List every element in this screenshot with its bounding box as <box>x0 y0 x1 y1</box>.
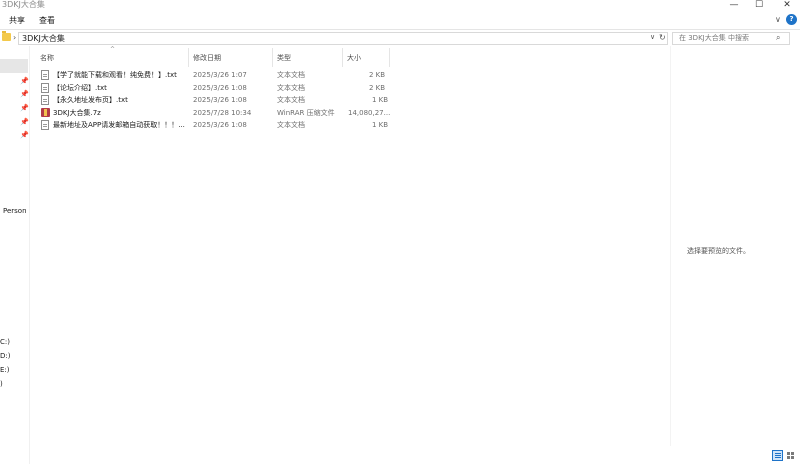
file-type: 文本文档 <box>277 96 305 104</box>
column-header-name[interactable]: 名称 <box>40 54 54 63</box>
file-size: 14,080,27... <box>348 109 391 117</box>
file-name[interactable]: 最新地址及APP请发邮箱自动获取！！！... <box>53 120 185 130</box>
ribbon <box>0 12 800 29</box>
column-divider[interactable] <box>188 48 189 67</box>
file-name[interactable]: 【论坛介绍】.txt <box>53 83 107 93</box>
text-file-icon <box>41 83 49 93</box>
file-type: 文本文档 <box>277 121 305 129</box>
address-dropdown-icon[interactable]: ∨ <box>650 33 655 41</box>
sort-ascending-icon: ^ <box>110 46 116 53</box>
column-header-modified[interactable]: 修改日期 <box>193 54 221 63</box>
ribbon-divider <box>0 29 800 30</box>
minimize-button[interactable]: — <box>723 0 745 12</box>
file-size: 2 KB <box>369 84 386 92</box>
address-bar[interactable] <box>18 32 668 45</box>
breadcrumb-current-folder[interactable]: 3DKJ大合集 <box>22 34 65 43</box>
file-modified: 2025/3/26 1:08 <box>193 96 247 104</box>
file-modified: 2025/3/26 1:08 <box>193 121 247 129</box>
nav-item-drive-extra[interactable]: ) <box>0 380 3 389</box>
pin-icon[interactable]: 📌 <box>20 118 29 126</box>
preview-message: 选择要预览的文件。 <box>687 247 750 255</box>
nav-item-personal[interactable]: Person <box>3 207 27 216</box>
file-type: WinRAR 压缩文件 <box>277 109 335 117</box>
column-header-type[interactable]: 类型 <box>277 54 291 63</box>
file-type: 文本文档 <box>277 71 305 79</box>
file-type: 文本文档 <box>277 84 305 92</box>
ribbon-expand-icon[interactable]: ∨ <box>775 15 781 24</box>
pin-icon[interactable]: 📌 <box>20 131 29 139</box>
file-size: 2 KB <box>369 71 386 79</box>
nav-pane-divider <box>29 46 30 464</box>
search-input[interactable]: 在 3DKJ大合集 中搜索 <box>679 34 749 43</box>
column-divider[interactable] <box>389 48 390 67</box>
nav-item-drive-d[interactable]: D:) <box>0 352 10 361</box>
refresh-icon[interactable]: ↻ <box>659 33 666 42</box>
breadcrumb-chevron-icon[interactable]: › <box>13 33 16 43</box>
file-size: 1 KB <box>372 121 389 129</box>
file-name[interactable]: 3DKJ大合集.7z <box>53 108 101 118</box>
folder-icon <box>2 31 11 41</box>
column-divider[interactable] <box>342 48 343 67</box>
file-name[interactable]: 【永久地址发布页】.txt <box>53 95 128 105</box>
pin-icon[interactable]: 📌 <box>20 77 29 85</box>
text-file-icon <box>41 70 49 80</box>
pin-icon[interactable]: 📌 <box>20 90 29 98</box>
pin-icon[interactable]: 📌 <box>20 104 29 112</box>
window-title: 3DKJ大合集 <box>2 0 45 9</box>
file-modified: 2025/3/26 1:08 <box>193 84 247 92</box>
maximize-button[interactable]: ☐ <box>748 0 770 12</box>
file-modified: 2025/7/28 10:34 <box>193 109 252 117</box>
close-button[interactable]: ✕ <box>776 0 798 12</box>
column-header-size[interactable]: 大小 <box>347 54 361 63</box>
title-bar: 3DKJ大合集 — ☐ ✕ <box>0 0 800 12</box>
file-modified: 2025/3/26 1:07 <box>193 71 247 79</box>
help-icon[interactable]: ? <box>786 14 797 25</box>
file-name[interactable]: 【学了就能下载和观看！纯免费！】.txt <box>53 70 177 80</box>
details-view-button[interactable] <box>772 450 783 461</box>
nav-item-drive-e[interactable]: E:) <box>0 366 10 375</box>
tab-share[interactable]: 共享 <box>9 16 25 26</box>
file-size: 1 KB <box>372 96 389 104</box>
text-file-icon <box>41 95 49 105</box>
large-icons-view-button[interactable] <box>786 450 797 461</box>
nav-item-drive-c[interactable]: C:) <box>0 338 10 347</box>
text-file-icon <box>41 120 49 130</box>
winrar-archive-icon <box>41 108 50 117</box>
nav-item-selected[interactable] <box>0 59 28 73</box>
tab-view[interactable]: 查看 <box>39 16 55 26</box>
column-divider[interactable] <box>272 48 273 67</box>
search-icon[interactable]: ⌕ <box>776 33 780 43</box>
preview-pane-divider <box>670 46 671 446</box>
